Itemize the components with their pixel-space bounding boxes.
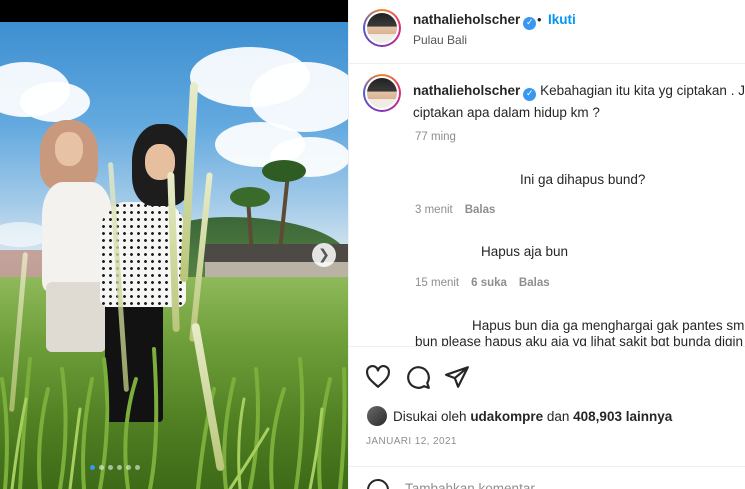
carousel-indicator [90,465,140,470]
likes-summary: Disukai oleh udakompre dan 408,903 lainn… [367,406,672,426]
verified-badge-icon: ✓ [523,87,537,101]
reply-button[interactable]: Balas [519,277,550,289]
carousel-dot [135,465,140,470]
comment-timestamp[interactable]: 3 menit [415,204,453,216]
action-bar [349,346,745,406]
comment-timestamp[interactable]: 15 menit [415,277,459,289]
caption-username[interactable]: nathalieholscher [413,83,520,98]
carousel-dot [99,465,104,470]
likes-prefix: Disukai oleh [393,408,467,424]
comment-icon[interactable] [405,364,431,390]
comment-meta: 3 menit Balas [415,204,495,216]
comment-likes-count[interactable]: 6 suka [471,277,507,289]
comment-meta: 15 menit 6 suka Balas [415,277,550,289]
comment-text: Ini ga dihapus bund? [520,172,646,187]
comment-text: Hapus aja bun [481,244,569,259]
caption-avatar[interactable] [363,74,401,112]
carousel-dot [117,465,122,470]
post-details-panel: nathalieholscher ✓ • Ikuti Pulau Bali nat… [348,0,745,489]
caption-line-2: ciptakan apa dalam hidup km ? [413,105,600,120]
likes-text: Disukai oleh udakompre dan 408,903 lainn… [393,409,672,424]
author-avatar[interactable] [363,9,401,47]
next-photo-button[interactable]: ❯ [312,243,336,267]
share-icon[interactable] [444,364,470,390]
add-comment-bar [349,466,745,489]
post-caption: nathalieholscher ✓ Kebahagian itu kita yg… [413,80,745,124]
caption-timestamp[interactable]: 77 ming [415,131,456,143]
post-header: nathalieholscher ✓ • Ikuti Pulau Bali [349,0,745,64]
emoji-icon[interactable] [367,479,389,489]
comments-section[interactable]: nathalieholscher ✓ Kebahagian itu kita yg… [349,64,745,346]
comment-text: bun please hapus aku aja yg lihat sakit … [415,334,743,346]
carousel-dot [90,465,95,470]
post-location[interactable]: Pulau Bali [413,33,467,47]
carousel-dot [108,465,113,470]
verified-badge-icon: ✓ [523,16,537,30]
rice-field-scene [0,22,348,489]
post-photo[interactable]: ❯ [0,0,348,489]
author-username[interactable]: nathalieholscher ✓ [413,12,537,30]
comment-input[interactable] [405,481,705,489]
comment-text: Hapus bun dia ga menghargai gak pantes s… [472,318,745,333]
likes-suffix[interactable]: lainnya [626,409,673,424]
likes-conjunction: dan [546,408,570,424]
heart-icon[interactable] [365,364,391,390]
carousel-dot [126,465,131,470]
liker-avatar[interactable] [367,406,387,426]
liker-username[interactable]: udakompre [470,409,543,424]
likes-count[interactable]: 408,903 [573,409,622,424]
author-username-text[interactable]: nathalieholscher [413,12,520,27]
photo-top-bar [0,0,348,22]
post-date[interactable]: JANUARI 12, 2021 [366,436,457,447]
reply-button[interactable]: Balas [465,204,496,216]
caption-line-1: Kebahagian itu kita yg ciptakan . Jo [540,83,745,98]
follow-button[interactable]: Ikuti [548,12,576,27]
header-separator: • [537,12,542,27]
